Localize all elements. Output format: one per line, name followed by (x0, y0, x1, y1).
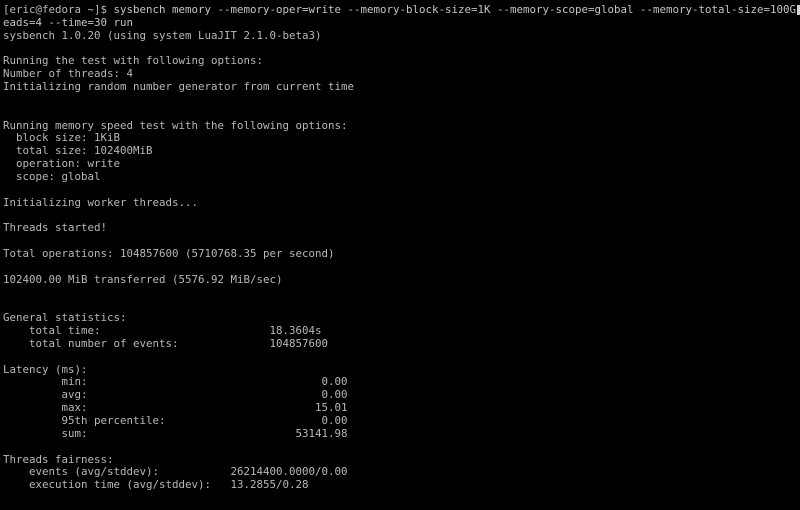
output-line: total time: 18.3604s (3, 324, 322, 338)
output-line: operation: write (3, 157, 121, 171)
terminal-output: sysbench 1.0.20 (using system LuaJIT 2.1… (3, 28, 800, 492)
output-line: total number of events: 104857600 (3, 336, 329, 350)
output-line: 95th percentile: 0.00 (3, 414, 348, 427)
output-line: Initializing worker threads... (3, 195, 199, 209)
output-line: 102400.00 MiB transferred (5576.92 MiB/s… (3, 272, 283, 286)
command-text: sysbench memory --memory-oper=write --me… (113, 3, 800, 16)
output-line: scope: global (3, 169, 101, 183)
terminal-window[interactable]: [eric@fedora ~]$ sysbench memory --memor… (0, 0, 800, 510)
output-line: Total operations: 104857600 (5710768.35 … (3, 247, 335, 261)
output-line: sysbench 1.0.20 (using system LuaJIT 2.1… (3, 28, 322, 42)
output-line: sum: 53141.98 (3, 426, 348, 440)
output-line: Initializing random number generator fro… (3, 80, 355, 94)
output-line: Running memory speed test with the follo… (3, 118, 348, 132)
output-line: execution time (avg/stddev): 13.2855/0.2… (3, 478, 309, 492)
command-line-wrap: eads=4 --time=30 run (3, 15, 134, 29)
output-line: total size: 102400MiB (3, 144, 153, 158)
command-line: [eric@fedora ~]$ sysbench memory --memor… (3, 3, 800, 17)
shell-prompt: [eric@fedora ~]$ (3, 3, 114, 16)
output-line: Threads started! (3, 221, 108, 235)
